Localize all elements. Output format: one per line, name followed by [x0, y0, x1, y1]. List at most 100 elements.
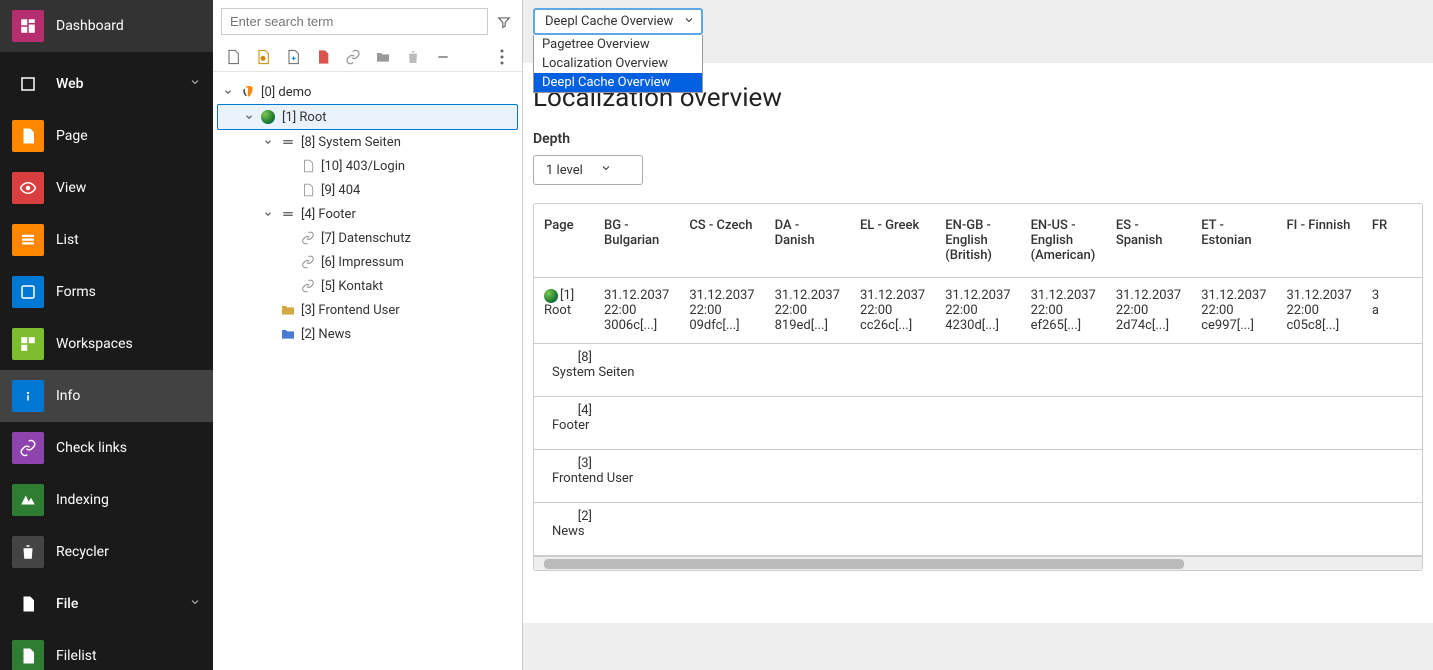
chevron-down-icon — [189, 596, 201, 612]
tree-node[interactable]: [2] News — [217, 322, 518, 346]
tree-node[interactable]: [1] Root — [217, 104, 518, 130]
sidebar-item-view[interactable]: View — [0, 162, 213, 214]
page-tree-panel: [0] demo[1] Root[8] System Seiten[10] 40… — [213, 0, 523, 670]
page-cell: [1]Root — [534, 278, 594, 344]
page-icon — [299, 157, 317, 175]
tree-toggle-icon[interactable] — [261, 209, 275, 219]
tree-node[interactable]: [10] 403/Login — [217, 154, 518, 178]
view-selector-current: Deepl Cache Overview — [545, 14, 673, 29]
sidebar-item-page[interactable]: Page — [0, 110, 213, 162]
forms-icon — [12, 276, 44, 308]
cache-cell: 31.12.2037 22:00c05c8[...] — [1277, 278, 1362, 344]
page-cell: [4]Footer — [534, 397, 1423, 450]
tree-node[interactable]: [4] Footer — [217, 202, 518, 226]
tree-search-row — [213, 0, 522, 43]
table-body: [1]Root31.12.2037 22:003006c[...]31.12.2… — [534, 278, 1423, 556]
chevron-down-icon — [600, 163, 612, 178]
cache-cell: 31.12.2037 22:00ef265[...] — [1021, 278, 1106, 344]
chevron-down-icon — [683, 14, 695, 30]
table-header-cell: Page — [534, 204, 594, 278]
table-header-row: PageBG - BulgarianCS - CzechDA - DanishE… — [534, 204, 1423, 278]
module-sidebar: Dashboard WebPageViewListFormsWorkspaces… — [0, 0, 213, 670]
table-header-cell: CS - Czech — [679, 204, 764, 278]
view-option[interactable]: Deepl Cache Overview — [534, 73, 702, 92]
table-row: [8]System Seiten — [534, 344, 1423, 397]
page-tree: [0] demo[1] Root[8] System Seiten[10] 40… — [213, 72, 522, 354]
tree-filter-icon[interactable] — [494, 12, 514, 32]
view-selector[interactable]: Deepl Cache Overview Pagetree OverviewLo… — [533, 8, 703, 35]
tree-node[interactable]: [9] 404 — [217, 178, 518, 202]
info-icon — [12, 380, 44, 412]
sidebar-item-info[interactable]: Info — [0, 370, 213, 422]
page-cell: [2]News — [534, 503, 1423, 556]
tree-search-input[interactable] — [221, 8, 488, 35]
cache-cell: 31.12.2037 22:00819ed[...] — [765, 278, 850, 344]
sidebar-item-workspaces[interactable]: Workspaces — [0, 318, 213, 370]
tree-node[interactable]: [6] Impressum — [217, 250, 518, 274]
table-header-cell: ET - Estonian — [1191, 204, 1276, 278]
tree-node[interactable]: [7] Datenschutz — [217, 226, 518, 250]
localization-table-wrap: PageBG - BulgarianCS - CzechDA - DanishE… — [533, 203, 1423, 571]
sidebar-group-file[interactable]: File — [0, 578, 213, 630]
tree-node[interactable]: [8] System Seiten — [217, 130, 518, 154]
sidebar-item-indexing[interactable]: Indexing — [0, 474, 213, 526]
content-area: Deepl Cache Overview Pagetree OverviewLo… — [523, 0, 1433, 670]
cache-cell: 3a — [1362, 278, 1423, 344]
view-option[interactable]: Pagetree Overview — [534, 35, 702, 54]
table-header-cell: FR — [1362, 204, 1423, 278]
depth-select-value: 1 level — [546, 163, 583, 178]
sidebar-group-web[interactable]: Web — [0, 58, 213, 110]
link-icon[interactable] — [343, 47, 363, 67]
page-cell: [3]Frontend User — [534, 450, 1423, 503]
new-page-red-icon[interactable] — [313, 47, 333, 67]
page-icon — [299, 181, 317, 199]
indexing-icon — [12, 484, 44, 516]
new-page-icon[interactable] — [223, 47, 243, 67]
table-header-cell: EN-GB - English (British) — [935, 204, 1020, 278]
checklinks-icon — [12, 432, 44, 464]
page-icon — [12, 120, 44, 152]
sidebar-item-filelist[interactable]: Filelist — [0, 630, 213, 670]
new-page-arrow-icon[interactable] — [283, 47, 303, 67]
separator-icon[interactable] — [433, 47, 453, 67]
view-option[interactable]: Localization Overview — [534, 54, 702, 73]
folder-fe-icon — [279, 301, 297, 319]
sep-icon — [279, 133, 297, 151]
tree-toggle-icon[interactable] — [242, 112, 256, 122]
tree-node[interactable]: [5] Kontakt — [217, 274, 518, 298]
tree-node[interactable]: [0] demo — [217, 80, 518, 104]
link-icon — [299, 277, 317, 295]
file-icon — [12, 588, 44, 620]
sidebar-item-check-links[interactable]: Check links — [0, 422, 213, 474]
localization-table: PageBG - BulgarianCS - CzechDA - DanishE… — [534, 204, 1423, 556]
sidebar-item-forms[interactable]: Forms — [0, 266, 213, 318]
table-row: [1]Root31.12.2037 22:003006c[...]31.12.2… — [534, 278, 1423, 344]
depth-select[interactable]: 1 level — [533, 155, 643, 185]
table-header-cell: EN-US - English (American) — [1021, 204, 1106, 278]
link-icon — [299, 229, 317, 247]
sidebar-item-list[interactable]: List — [0, 214, 213, 266]
table-header-cell: EL - Greek — [850, 204, 935, 278]
folder-news-icon — [279, 325, 297, 343]
sidebar-item-recycler[interactable]: Recycler — [0, 526, 213, 578]
tree-toggle-icon[interactable] — [261, 137, 275, 147]
page-cell: [8]System Seiten — [534, 344, 1423, 397]
app-root: Dashboard WebPageViewListFormsWorkspaces… — [0, 0, 1433, 670]
globe-icon — [260, 108, 278, 126]
tree-toggle-icon[interactable] — [221, 87, 235, 97]
folder-icon[interactable] — [373, 47, 393, 67]
depth-label: Depth — [533, 131, 1423, 147]
table-header-cell: DA - Danish — [765, 204, 850, 278]
trash-icon[interactable] — [403, 47, 423, 67]
horizontal-scrollbar[interactable] — [534, 556, 1422, 570]
cache-cell: 31.12.2037 22:0009dfc[...] — [679, 278, 764, 344]
recycler-icon — [12, 536, 44, 568]
link-icon — [299, 253, 317, 271]
more-icon[interactable] — [492, 47, 512, 67]
tree-node[interactable]: [3] Frontend User — [217, 298, 518, 322]
new-page-star-icon[interactable] — [253, 47, 273, 67]
table-row: [4]Footer — [534, 397, 1423, 450]
sidebar-dashboard[interactable]: Dashboard — [0, 0, 213, 52]
table-row: [2]News — [534, 503, 1423, 556]
typo3-icon — [239, 83, 257, 101]
